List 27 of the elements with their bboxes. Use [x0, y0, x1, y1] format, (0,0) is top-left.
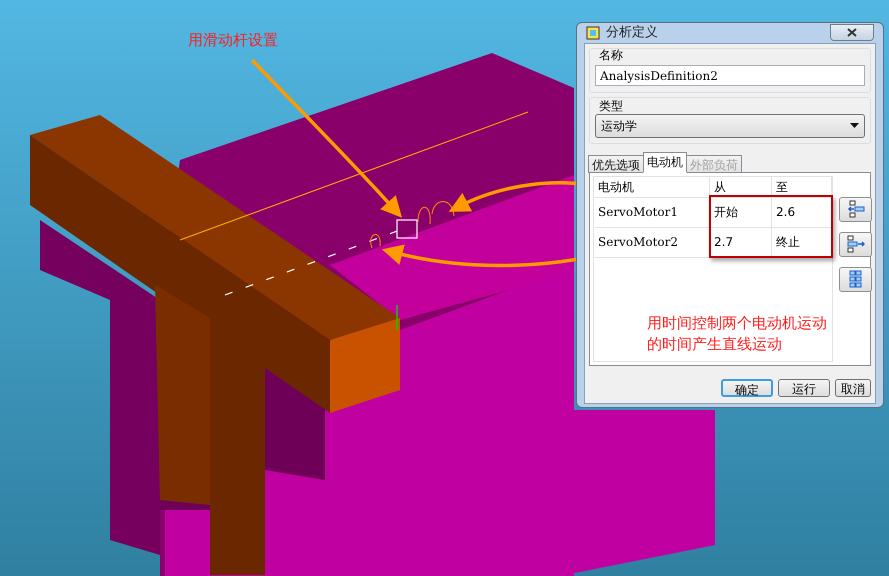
dialog-button[interactable]: 确定	[721, 378, 773, 396]
close-button[interactable]	[830, 24, 874, 42]
column-header: 电动机	[594, 176, 710, 196]
group-label: 名称	[599, 46, 624, 62]
dropdown-caret-icon	[850, 123, 859, 128]
annotation-text: 用时间控制两个电动机运动的时间产生直线运动	[647, 313, 827, 355]
table-cell: ServoMotor1	[594, 198, 710, 226]
column-header: 至	[772, 176, 832, 196]
close-icon	[847, 28, 857, 38]
name-field[interactable]: AnalysisDefinition2	[595, 65, 865, 86]
tab[interactable]: 优先选项	[588, 154, 644, 172]
annotation-text: 用滑动杆设置	[188, 30, 278, 51]
arrow-icon	[846, 200, 864, 218]
app-icon	[586, 26, 600, 40]
grid-icon-button[interactable]	[839, 266, 872, 292]
dialog-button[interactable]: 取消	[835, 378, 871, 396]
arrow-icon	[846, 235, 864, 253]
grid-icon	[846, 270, 864, 288]
table-cell: ServoMotor2	[594, 228, 710, 256]
window-title: 分析定义	[606, 24, 658, 42]
type-dropdown[interactable]: 运动学	[595, 114, 865, 138]
column-header: 从	[710, 176, 772, 196]
dialog-button[interactable]: 运行	[778, 378, 830, 396]
insert-left-button[interactable]	[839, 196, 872, 222]
group-label: 类型	[599, 98, 624, 114]
tab[interactable]: 电动机	[643, 152, 687, 172]
insert-right-button[interactable]	[839, 232, 872, 256]
